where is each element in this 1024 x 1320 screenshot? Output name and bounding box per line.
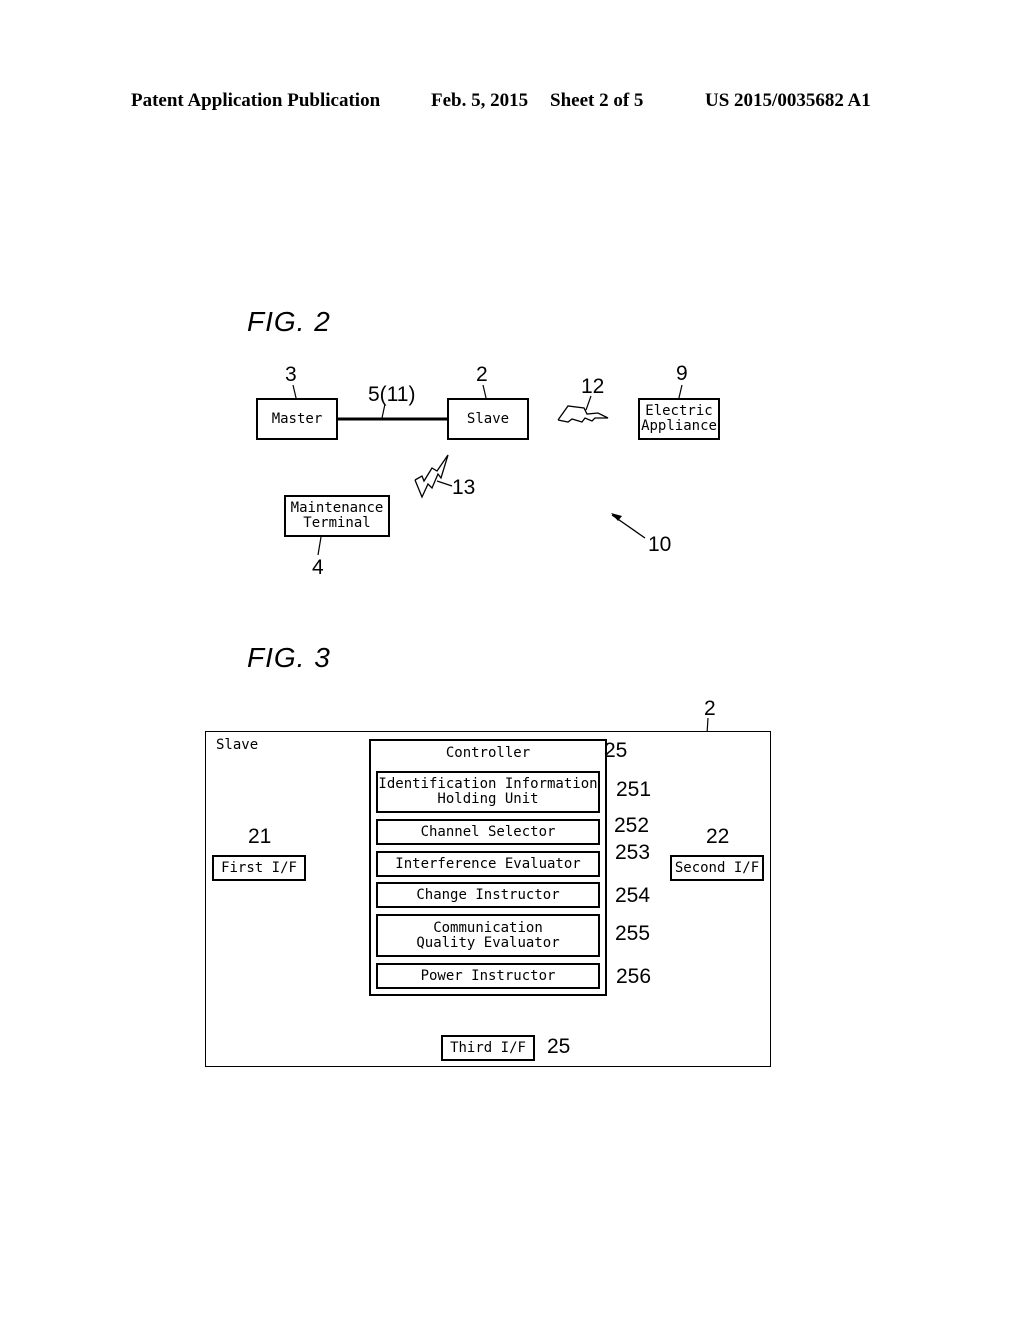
second-if-box: Second I/F bbox=[670, 855, 764, 881]
slave-box: Slave bbox=[447, 398, 529, 440]
slave-ref: 2 bbox=[476, 363, 488, 386]
unit-power-instructor: Power Instructor bbox=[376, 963, 600, 989]
link-ref: 5(11) bbox=[368, 383, 416, 406]
diagram-lines bbox=[257, 384, 717, 1047]
first-if-box: First I/F bbox=[212, 855, 306, 881]
fig2-title: FIG. 2 bbox=[247, 306, 331, 337]
unit-252-ref: 252 bbox=[614, 814, 650, 837]
unit-channel-selector: Channel Selector bbox=[376, 819, 600, 845]
unit-251-ref: 251 bbox=[616, 778, 652, 801]
unit-change-instructor: Change Instructor bbox=[376, 882, 600, 908]
unit-identification-holding: Identification Information Holding Unit bbox=[376, 771, 600, 813]
first-if-ref: 21 bbox=[248, 825, 272, 848]
system-arrowhead-icon bbox=[611, 513, 622, 521]
unit-253-ref: 253 bbox=[615, 841, 651, 864]
maintenance-ref: 4 bbox=[312, 556, 324, 579]
master-box: Master bbox=[256, 398, 338, 440]
unit-interference-evaluator: Interference Evaluator bbox=[376, 851, 600, 877]
wireless-link-13-icon bbox=[414, 454, 449, 499]
master-ref: 3 bbox=[285, 363, 297, 386]
appliance-ref: 9 bbox=[676, 362, 688, 385]
unit-254-ref: 254 bbox=[615, 884, 651, 907]
leader-12 bbox=[585, 395, 592, 411]
fig3-title: FIG. 3 bbox=[247, 642, 331, 673]
third-if-ref: 25 bbox=[547, 1035, 571, 1058]
slave-outer-ref: 2 bbox=[704, 697, 716, 720]
unit-255-ref: 255 bbox=[615, 922, 651, 945]
leader-maintenance bbox=[317, 536, 322, 556]
unit-256-ref: 256 bbox=[616, 965, 652, 988]
second-if-ref: 22 bbox=[706, 825, 730, 848]
controller-ref: 25 bbox=[604, 739, 628, 762]
wireless-13-ref: 13 bbox=[452, 476, 476, 499]
leader-link bbox=[381, 403, 386, 419]
wireless-12-ref: 12 bbox=[581, 375, 605, 398]
third-if-box: Third I/F bbox=[441, 1035, 535, 1061]
maintenance-terminal-box: Maintenance Terminal bbox=[284, 495, 390, 537]
system-ref: 10 bbox=[648, 533, 672, 556]
unit-communication-quality-evaluator: Communication Quality Evaluator bbox=[376, 914, 600, 957]
leader-13 bbox=[436, 480, 453, 487]
wireless-link-12-icon bbox=[557, 405, 609, 423]
slave-outer-label: Slave bbox=[216, 737, 259, 753]
electric-appliance-box: Electric Appliance bbox=[638, 398, 720, 440]
